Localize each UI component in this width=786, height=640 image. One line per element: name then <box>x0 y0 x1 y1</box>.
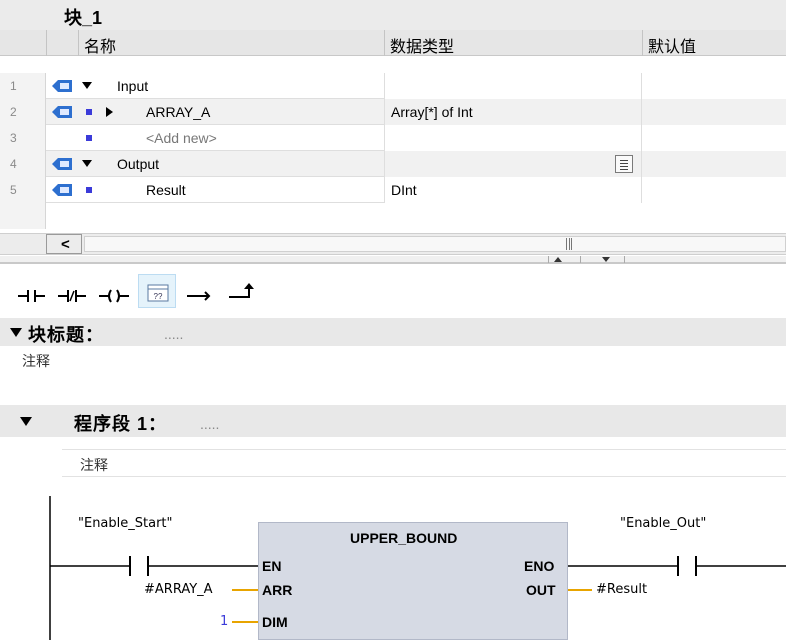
network-title-input[interactable]: ..... <box>200 416 219 432</box>
row-datatype[interactable]: DInt <box>384 177 642 203</box>
lad-toolbar: ?? <box>0 266 786 316</box>
interface-row-input[interactable]: 1 Input <box>0 73 786 99</box>
pin-out: OUT <box>526 582 556 598</box>
open-branch-button[interactable] <box>180 274 218 308</box>
add-new-placeholder[interactable]: <Add new> <box>146 130 217 146</box>
column-separator <box>642 30 643 56</box>
row-datatype-cell[interactable] <box>384 151 642 177</box>
scrollbar-grip-icon[interactable] <box>566 238 572 250</box>
collapse-triangle-icon[interactable] <box>20 417 32 426</box>
network-comment[interactable]: 注释 <box>80 455 108 475</box>
close-branch-button[interactable] <box>222 274 260 308</box>
network-comment-box[interactable]: 注释 <box>62 449 786 477</box>
row-datatype[interactable] <box>384 125 642 151</box>
column-datatype-header[interactable]: 数据类型 <box>390 33 454 57</box>
block-name: 块_1 <box>64 8 103 28</box>
output-tag-icon <box>52 158 72 170</box>
block-comment[interactable]: 注释 <box>22 351 50 371</box>
pin-eno: ENO <box>524 558 555 574</box>
column-separator <box>46 30 47 56</box>
row-number: 5 <box>0 177 46 203</box>
input-tag-icon <box>52 106 72 118</box>
scrollbar-track[interactable] <box>84 236 786 252</box>
expand-arrow-icon[interactable] <box>82 82 92 89</box>
svg-text:??: ?? <box>154 292 163 301</box>
interface-column-header: 名称 数据类型 默认值 <box>0 30 786 56</box>
interface-row-array-a[interactable]: 2 ARRAY_A Array[*] of Int <box>0 99 786 125</box>
row-datatype[interactable] <box>384 73 642 99</box>
interface-row-output[interactable]: 4 Output <box>0 151 786 177</box>
arr-operand[interactable]: #ARRAY_A <box>144 582 213 597</box>
editor-splitter[interactable] <box>0 256 786 264</box>
block-title-label: 块标题： <box>28 325 104 345</box>
row-name[interactable]: ARRAY_A <box>146 104 210 120</box>
column-default-header[interactable]: 默认值 <box>648 33 696 57</box>
collapse-arrow-icon[interactable] <box>106 107 113 117</box>
column-separator <box>384 30 385 56</box>
open-branch-icon <box>187 291 211 301</box>
splitter-up-arrow-icon[interactable] <box>554 257 562 262</box>
network-1-header[interactable]: 程序段 1： ..... <box>0 405 786 437</box>
row-default[interactable] <box>642 151 786 177</box>
out-operand[interactable]: #Result <box>596 582 647 597</box>
box-title: UPPER_BOUND <box>350 530 458 546</box>
block-title-section[interactable]: 块标题： ..... <box>0 318 786 346</box>
row-default[interactable] <box>642 99 786 125</box>
block-title-input[interactable]: ..... <box>164 326 183 342</box>
contact-out-operand[interactable]: "Enable_Out" <box>620 516 706 531</box>
row-number: 3 <box>0 125 46 151</box>
expand-arrow-icon[interactable] <box>82 160 92 167</box>
coil-button[interactable] <box>94 274 132 308</box>
normally-closed-contact-icon <box>58 290 86 302</box>
network-title-label: 程序段 1： <box>74 414 168 434</box>
row-number: 1 <box>0 73 46 99</box>
pin-arr: ARR <box>262 582 293 598</box>
ladder-network: "Enable_Start" "Enable_Out" UPPER_BOUND … <box>0 478 786 640</box>
row-default[interactable] <box>642 177 786 203</box>
pin-dim: DIM <box>262 614 288 630</box>
row-name[interactable]: Result <box>146 182 186 198</box>
scroll-left-button[interactable]: < <box>46 234 82 254</box>
normally-open-contact-button[interactable] <box>12 274 50 308</box>
interface-row-result[interactable]: 5 Result DInt <box>0 177 786 203</box>
member-square-icon <box>86 187 92 193</box>
interface-empty-row <box>0 203 786 229</box>
dim-operand[interactable]: 1 <box>220 614 228 629</box>
input-tag-icon <box>52 80 72 92</box>
collapse-triangle-icon[interactable] <box>10 328 22 337</box>
column-name-header[interactable]: 名称 <box>84 33 116 57</box>
normally-open-contact-icon <box>18 290 45 302</box>
member-square-icon <box>86 135 92 141</box>
row-name[interactable]: Input <box>117 78 148 94</box>
row-number: 4 <box>0 151 46 177</box>
row-datatype[interactable]: Array[*] of Int <box>384 99 642 125</box>
row-default[interactable] <box>642 73 786 99</box>
output-tag-icon <box>52 184 72 196</box>
chevron-left-icon: < <box>61 236 70 253</box>
row-default[interactable] <box>642 125 786 151</box>
empty-box-icon: ?? <box>147 284 169 302</box>
normally-closed-contact-button[interactable] <box>52 274 90 308</box>
interface-row-add-new[interactable]: 3 <Add new> <box>0 125 786 151</box>
contact-in-operand[interactable]: "Enable_Start" <box>78 516 173 531</box>
row-number: 2 <box>0 99 46 125</box>
column-separator <box>78 30 79 56</box>
splitter-down-arrow-icon[interactable] <box>602 257 610 262</box>
horizontal-scrollbar[interactable]: < <box>0 233 786 255</box>
empty-box-button[interactable]: ?? <box>138 274 176 308</box>
coil-icon <box>99 289 129 303</box>
row-number-empty <box>0 203 46 229</box>
row-name[interactable]: Output <box>117 156 159 172</box>
datatype-dropdown-button[interactable] <box>615 155 633 173</box>
interface-header: 块_1 <box>0 0 786 30</box>
close-branch-icon <box>229 283 254 298</box>
member-square-icon <box>86 109 92 115</box>
pin-en: EN <box>262 558 282 574</box>
